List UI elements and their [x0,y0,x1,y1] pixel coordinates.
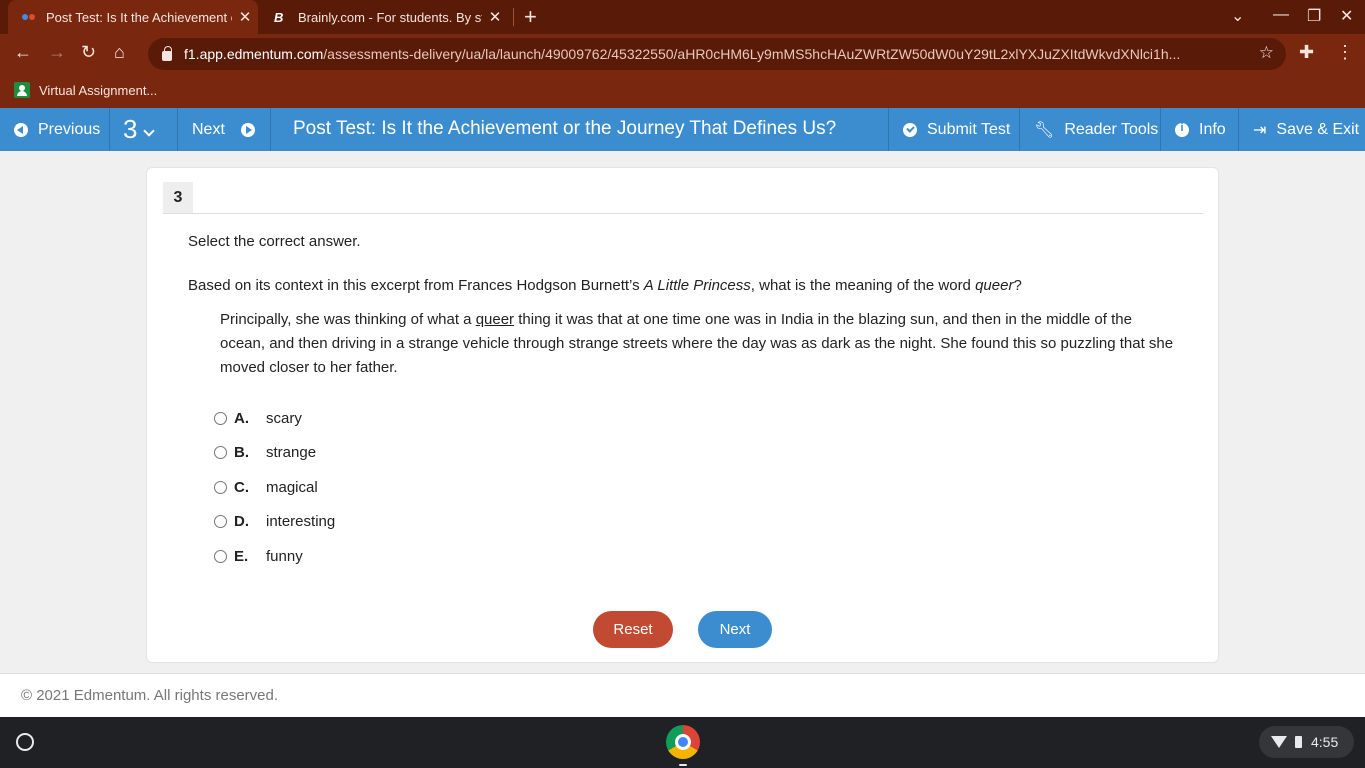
excerpt-passage: Principally, she was thinking of what a … [220,311,1174,376]
maximize-icon[interactable]: ❐ [1307,6,1321,26]
sign-out-icon: ⇥ [1253,121,1267,139]
browser-tab-strip: Post Test: Is It the Achievement or the … [0,0,1365,34]
bookmarks-bar: Virtual Assignment... [0,74,1365,108]
question-prompt: Based on its context in this excerpt fro… [188,277,1022,294]
home-icon[interactable]: ⌂ [114,42,125,63]
bookmark-virtual-assignment[interactable]: Virtual Assignment... [14,82,157,98]
tab-brainly[interactable]: B Brainly.com - For students. By student… [262,0,508,34]
tab-post-test[interactable]: Post Test: Is It the Achievement or the … [8,0,258,34]
next-question-button[interactable]: Next [178,108,271,151]
question-number-badge: 3 [163,182,193,213]
running-indicator [679,764,687,766]
minimize-icon[interactable]: — [1273,6,1289,24]
choice-text: interesting [266,512,336,530]
previous-icon [14,122,28,137]
radio-button[interactable] [214,445,227,459]
submit-test-button[interactable]: Submit Test [888,108,1020,151]
radio-button[interactable] [214,480,227,494]
bookmark-label: Virtual Assignment... [39,82,158,98]
battery-icon [1295,736,1302,748]
test-title: Post Test: Is It the Achievement or the … [293,118,837,139]
lock-icon [162,46,172,61]
choice-c[interactable]: C. magical [214,477,318,497]
forward-icon[interactable]: → [48,42,66,63]
tab-search-icon[interactable]: ⌄ [1231,6,1244,26]
menu-icon[interactable]: ⋮ [1336,42,1354,63]
chrome-icon[interactable] [666,725,700,759]
reader-tools-button[interactable]: 🔧︎ Reader Tools [1020,108,1161,151]
close-tab-icon[interactable]: ✕ [482,8,508,26]
choice-text: magical [266,478,318,496]
question-card: 3 Select the correct answer. Based on it… [146,167,1219,663]
tab-title: Post Test: Is It the Achievement or the … [46,9,232,25]
choice-e[interactable]: E. funny [214,546,303,566]
browser-toolbar: ← → ↻ ⌂ f1.app.edmentum.com/assessments-… [0,34,1365,74]
brainly-favicon-icon: B [274,9,284,25]
next-button[interactable]: Next [698,611,772,648]
choice-text: funny [266,547,303,565]
tab-title: Brainly.com - For students. By students. [298,9,482,25]
radio-button[interactable] [214,549,227,563]
address-bar[interactable]: f1.app.edmentum.com/assessments-delivery… [148,38,1286,70]
bookmark-star-icon[interactable]: ☆ [1259,43,1274,63]
reset-button[interactable]: Reset [593,611,673,648]
copyright-text: © 2021 Edmentum. All rights reserved. [21,687,279,704]
question-selector[interactable]: 3 [110,108,178,151]
system-shelf: 4:55 [0,717,1365,768]
radio-button[interactable] [214,514,227,528]
choice-b[interactable]: B. strange [214,442,316,462]
launcher-icon[interactable] [16,733,34,751]
chevron-down-icon [143,124,156,137]
wifi-icon [1271,736,1287,748]
choice-text: strange [266,443,317,461]
check-circle-icon [903,122,917,137]
wrench-icon: 🔧︎ [1034,121,1055,139]
info-button[interactable]: Info [1161,108,1239,151]
instruction: Select the correct answer. [188,233,361,250]
next-icon [240,122,255,137]
back-icon[interactable]: ← [14,42,32,63]
question-number: 3 [123,114,138,144]
close-tab-icon[interactable]: ✕ [232,8,258,26]
radio-button[interactable] [214,411,227,425]
choice-a[interactable]: A. scary [214,408,302,428]
edmentum-favicon-icon [22,12,36,22]
divider [163,213,1203,214]
clock: 4:55 [1311,734,1339,750]
new-tab-icon[interactable]: + [524,4,537,30]
reload-icon[interactable]: ↻ [81,42,96,63]
status-tray[interactable]: 4:55 [1259,726,1354,758]
close-window-icon[interactable]: ✕ [1340,6,1353,26]
choice-text: scary [266,409,302,427]
choice-d[interactable]: D. interesting [214,511,335,531]
previous-button[interactable]: Previous [0,108,110,151]
url-text: f1.app.edmentum.com/assessments-delivery… [184,46,1181,62]
extensions-icon[interactable]: ✚ [1299,42,1314,63]
save-exit-button[interactable]: ⇥ Save & Exit [1239,108,1365,151]
test-navigation-bar: Previous 3 Next Post Test: Is It the Ach… [0,108,1365,151]
classroom-icon [14,82,30,98]
tab-divider [513,8,514,26]
page-footer: © 2021 Edmentum. All rights reserved. [0,673,1365,717]
info-icon [1175,122,1189,137]
